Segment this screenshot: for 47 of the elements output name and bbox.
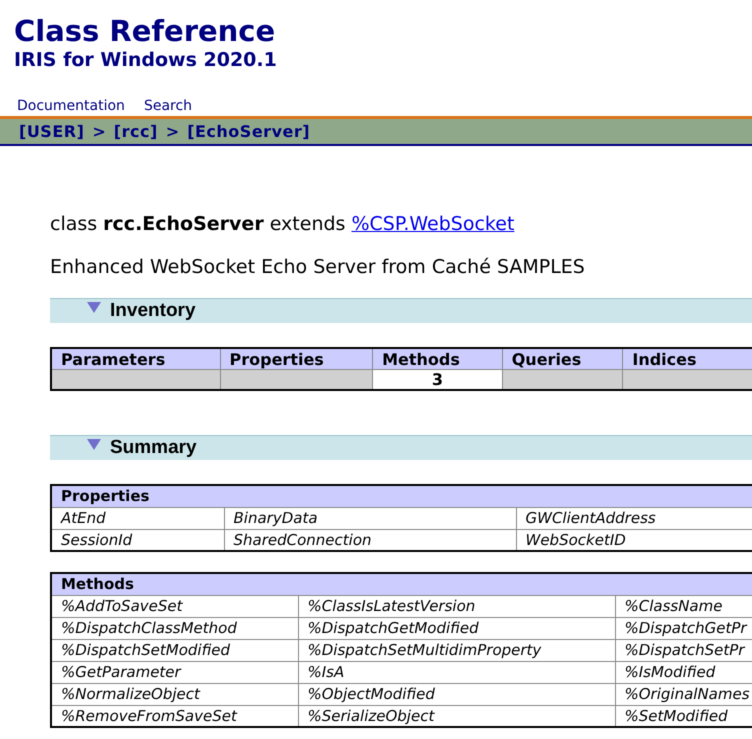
page-title: Class Reference [14, 14, 276, 48]
nav-link[interactable]: Search [144, 96, 192, 116]
column-header: Properties [220, 349, 372, 370]
section-header[interactable]: Summary [50, 435, 752, 460]
breadcrumb-separator: > [92, 120, 106, 142]
table-cell: %DispatchGetModified [298, 617, 615, 639]
section-header[interactable]: Inventory [50, 298, 752, 323]
class-description: Enhanced WebSocket Echo Server from Caché SAMPLES [50, 255, 586, 279]
section-title: Summary [110, 436, 197, 460]
triangle-down-icon [87, 439, 101, 451]
table-cell: %DispatchSetPr [615, 639, 752, 661]
section-title: Inventory [110, 298, 196, 323]
superclass-link[interactable]: %CSP.WebSocket [351, 212, 514, 236]
table-cell: %ObjectModified [298, 683, 615, 705]
table-cell: %DispatchSetModified [51, 639, 298, 661]
table-cell: %DispatchGetPr [615, 617, 752, 639]
table-cell: BinaryData [224, 507, 516, 529]
class-keyword: class [50, 212, 98, 236]
table-cell: %DispatchSetMultidimProperty [298, 639, 615, 661]
table-cell: GWClientAddress [516, 507, 752, 529]
table-heading: Methods [51, 573, 752, 595]
column-header: Parameters [52, 349, 220, 370]
table-cell: %GetParameter [51, 661, 298, 683]
table-cell: %AddToSaveSet [51, 595, 298, 617]
breadcrumb-link[interactable]: [EchoServer] [187, 120, 310, 144]
table-cell: SessionId [51, 529, 224, 551]
table-cell: %IsModified [615, 661, 752, 683]
breadcrumb-link[interactable]: [rcc] [114, 120, 158, 144]
breadcrumb-separator: > [166, 120, 180, 142]
table-cell: %RemoveFromSaveSet [51, 705, 298, 727]
table-heading: Properties [51, 485, 752, 507]
table-cell: %ClassIsLatestVersion [298, 595, 615, 617]
table-cell: %OriginalNames [615, 683, 752, 705]
column-header: Queries [502, 349, 622, 370]
table-cell: AtEnd [51, 507, 224, 529]
table-cell: %IsA [298, 661, 615, 683]
class-name: rcc.EchoServer [103, 212, 264, 236]
table-cell: %NormalizeObject [51, 683, 298, 705]
breadcrumb-link[interactable]: [USER] [19, 120, 84, 144]
triangle-down-icon [87, 302, 101, 314]
column-header: Methods [373, 349, 502, 370]
column-header: Indices [623, 349, 752, 370]
extends-keyword: extends [270, 212, 346, 236]
nav-link[interactable]: Documentation [17, 96, 125, 116]
table-cell: %DispatchClassMethod [51, 617, 298, 639]
table-cell: %ClassName [615, 595, 752, 617]
page-subtitle: IRIS for Windows 2020.1 [14, 48, 278, 72]
